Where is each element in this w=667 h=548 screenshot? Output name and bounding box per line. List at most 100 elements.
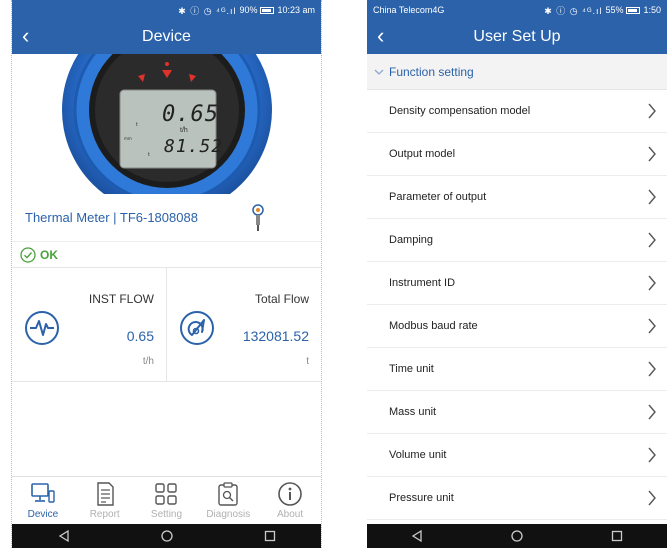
chevron-right-icon: [648, 275, 656, 291]
android-nav-bar: [367, 524, 667, 548]
display-unit: t/h: [180, 127, 188, 134]
device-display-image: t mm t 0.65 t/h 81.52: [12, 54, 321, 194]
menu-item[interactable]: Output model: [367, 133, 667, 176]
circle-home-icon: [511, 530, 523, 542]
menu-item-label: Parameter of output: [389, 191, 487, 203]
app-header: ‹ User Set Up: [367, 20, 667, 54]
app-header: ‹ Device: [12, 20, 321, 54]
chevron-right-icon: [648, 232, 656, 248]
pulse-icon: [25, 311, 59, 345]
menu-item[interactable]: Mass unit: [367, 391, 667, 434]
chevron-right-icon: [648, 103, 656, 119]
circle-home-icon: [160, 530, 173, 542]
menu-item-label: Instrument ID: [389, 277, 456, 289]
meter-name: Thermal Meter | TF6-1808088: [25, 210, 198, 225]
chevron-right-icon: [648, 189, 656, 205]
gauge-icon: [180, 311, 214, 345]
document-icon: [96, 482, 114, 506]
meter-info-row: Thermal Meter | TF6-1808088: [12, 194, 321, 242]
total-flow-label: Total Flow: [254, 292, 309, 306]
chevron-right-icon: [648, 490, 656, 506]
inst-flow-label: INST FLOW: [88, 292, 154, 306]
nav-recents-button[interactable]: [602, 526, 632, 546]
back-button[interactable]: ‹: [377, 24, 397, 48]
triangle-back-icon: [58, 529, 69, 543]
nav-back-button[interactable]: [49, 526, 79, 546]
tab-label-diagnosis: Diagnosis: [206, 509, 251, 520]
nav-recents-button[interactable]: [255, 526, 285, 546]
android-nav-bar: [12, 524, 321, 548]
menu-item-label: Volume unit: [389, 449, 447, 461]
nav-home-button[interactable]: [152, 526, 182, 546]
svg-text:t: t: [148, 152, 150, 158]
menu-item-label: Output model: [389, 148, 456, 160]
menu-item-label: Pressure unit: [389, 492, 454, 504]
menu-item-label: Modbus baud rate: [389, 320, 478, 332]
menu-item-label: Mass unit: [389, 406, 437, 418]
battery-percent: 55%: [605, 5, 624, 15]
chevron-right-icon: [648, 361, 656, 377]
clock: 1:50: [643, 5, 661, 15]
battery-icon: [626, 6, 641, 14]
menu-item[interactable]: Modbus baud rate: [367, 305, 667, 348]
chevron-right-icon: [648, 146, 656, 162]
status-icons: ✱ ⓘ ◷ ⁴ᴳ.ıl: [544, 5, 603, 16]
total-flow-unit: t: [306, 356, 309, 367]
tab-label-about: About: [277, 509, 304, 520]
menu-item-label: Damping: [389, 234, 434, 246]
square-recents-icon: [264, 530, 275, 542]
menu-item[interactable]: Density compensation model: [367, 90, 667, 133]
clipboard-search-icon: [218, 482, 238, 506]
tab-device[interactable]: Device: [12, 477, 74, 524]
chevron-down-icon: [374, 69, 384, 75]
tab-label-device: Device: [27, 509, 59, 520]
tab-setting[interactable]: Setting: [136, 477, 198, 524]
menu-item[interactable]: Time unit: [367, 348, 667, 391]
tab-report[interactable]: Report: [74, 477, 136, 524]
status-bar: China Telecom4G ✱ ⓘ ◷ ⁴ᴳ.ıl 55% 1:50: [367, 0, 667, 20]
battery-percent: 90%: [239, 5, 258, 15]
tab-about[interactable]: About: [259, 477, 321, 524]
bottom-tab-bar: Device Report Setting Diagnosis About: [12, 476, 321, 524]
total-flow-card[interactable]: Total Flow 132081.52 t: [166, 268, 321, 381]
menu-item[interactable]: Pressure unit: [367, 477, 667, 520]
function-setting-section[interactable]: Function setting: [367, 54, 667, 90]
check-circle-icon: [20, 246, 36, 263]
inst-flow-card[interactable]: INST FLOW 0.65 t/h: [12, 268, 166, 381]
menu-item[interactable]: Volume unit: [367, 434, 667, 477]
back-button[interactable]: ‹: [22, 24, 42, 48]
chevron-right-icon: [648, 404, 656, 420]
user-setup-screen: China Telecom4G ✱ ⓘ ◷ ⁴ᴳ.ıl 55% 1:50 ‹ U…: [367, 0, 667, 548]
flow-readings: INST FLOW 0.65 t/h Total Flow 132081.52 …: [12, 268, 321, 382]
total-flow-value: 132081.52: [242, 328, 309, 344]
menu-item[interactable]: Damping: [367, 219, 667, 262]
menu-item[interactable]: Parameter of output: [367, 176, 667, 219]
menu-item[interactable]: Instrument ID: [367, 262, 667, 305]
triangle-back-icon: [411, 529, 422, 543]
square-recents-icon: [611, 530, 623, 542]
chevron-right-icon: [648, 318, 656, 334]
clock: 10:23 am: [277, 5, 315, 15]
nav-back-button[interactable]: [402, 526, 432, 546]
status-icons: ✱ ⓘ ◷ ⁴ᴳ.ıl: [178, 5, 237, 16]
inst-flow-unit: t/h: [142, 356, 154, 367]
battery-icon: [260, 6, 275, 14]
section-title: Function setting: [389, 64, 474, 79]
info-icon: [278, 482, 302, 506]
carrier-label: China Telecom4G: [373, 5, 445, 15]
svg-text:mm: mm: [124, 136, 132, 141]
monitor-icon: [31, 483, 55, 503]
status-ok-label: OK: [40, 247, 58, 262]
device-screen: ✱ ⓘ ◷ ⁴ᴳ.ıl 90% 10:23 am ‹ Device t mm t…: [11, 0, 322, 548]
inst-flow-value: 0.65: [126, 328, 154, 344]
menu-item-label: Time unit: [389, 363, 434, 375]
status-bar: ✱ ⓘ ◷ ⁴ᴳ.ıl 90% 10:23 am: [12, 0, 321, 20]
svg-text:t: t: [136, 122, 138, 128]
nav-home-button[interactable]: [502, 526, 532, 546]
grid-icon: [155, 483, 178, 505]
tab-label-report: Report: [89, 509, 120, 520]
page-title: Device: [142, 28, 191, 45]
tab-diagnosis[interactable]: Diagnosis: [197, 477, 259, 524]
chevron-right-icon: [648, 447, 656, 463]
tab-label-setting: Setting: [150, 509, 183, 520]
